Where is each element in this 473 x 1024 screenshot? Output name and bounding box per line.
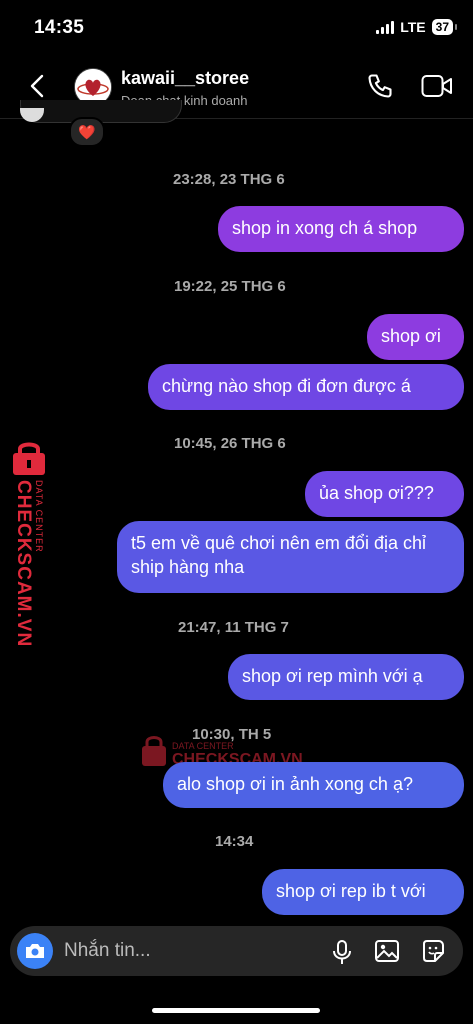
sent-message[interactable]: chừng nào shop đi đơn được á: [148, 364, 464, 410]
sticker-icon[interactable]: [420, 938, 446, 969]
sent-message[interactable]: shop ơi rep mình với ạ: [228, 654, 464, 700]
video-call-icon[interactable]: [421, 74, 453, 103]
timestamp: 14:34: [215, 833, 254, 850]
timestamp: 23:28, 23 THG 6: [173, 171, 285, 188]
sent-message[interactable]: shop in xong ch á shop: [218, 206, 464, 252]
network-label: LTE: [400, 19, 426, 35]
watermark-tagline: DATA CENTER: [34, 480, 44, 553]
previous-message-bubble: [20, 100, 182, 123]
status-bar: 14:35 LTE 37: [0, 0, 473, 56]
timestamp: 10:45, 26 THG 6: [174, 435, 286, 452]
sent-message[interactable]: shop ơi: [367, 314, 464, 360]
sent-message[interactable]: t5 em về quê chơi nên em đổi địa chỉ shi…: [117, 521, 464, 593]
status-time: 14:35: [34, 17, 85, 38]
battery-icon: 37: [431, 19, 458, 35]
lock-icon: [9, 440, 49, 481]
sent-message[interactable]: ủa shop ơi???: [305, 471, 464, 517]
message-input[interactable]: Nhắn tin...: [64, 940, 151, 962]
camera-icon[interactable]: [17, 933, 53, 969]
heart-reaction-icon[interactable]: ❤️: [69, 117, 105, 147]
status-icons: LTE 37: [376, 19, 458, 35]
watermark-tagline: DATA CENTER: [172, 741, 234, 751]
phone-icon[interactable]: [366, 72, 394, 105]
watermark-brand: CHECKSCAM.VN: [13, 480, 34, 648]
watermark-overlay: DATA CENTER CHECKSCAM.VN: [140, 733, 303, 774]
watermark: CHECKSCAM.VN DATA CENTER: [4, 440, 50, 647]
sent-message[interactable]: alo shop ơi in ảnh xong ch ạ?: [163, 762, 464, 808]
microphone-icon[interactable]: [332, 939, 352, 970]
chat-title[interactable]: kawaii__storee: [121, 68, 249, 89]
signal-icon: [376, 20, 395, 34]
home-indicator: [152, 1008, 320, 1013]
gallery-icon[interactable]: [374, 938, 400, 969]
message-composer[interactable]: Nhắn tin...: [10, 926, 463, 976]
timestamp: 19:22, 25 THG 6: [174, 278, 286, 295]
timestamp: 21:47, 11 THG 7: [178, 619, 289, 636]
sent-message[interactable]: shop ơi rep ib t với: [262, 869, 464, 915]
back-icon[interactable]: [30, 74, 44, 103]
